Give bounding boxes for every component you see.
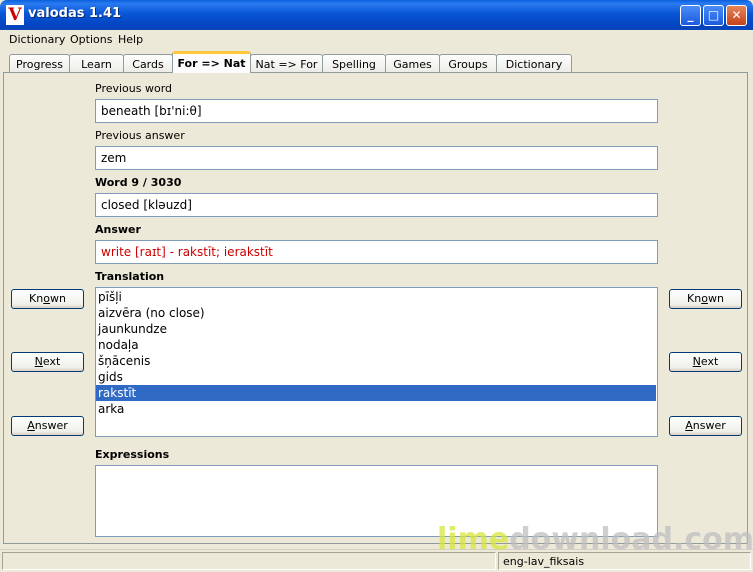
previous-answer-field[interactable]: zem [95,146,658,170]
known-label-pre: Kn [687,292,702,305]
known-button-right[interactable]: Known [669,289,742,309]
list-item[interactable]: jaunkundze [96,321,657,337]
tab-cards[interactable]: Cards [123,54,173,73]
word-field[interactable]: closed [kləuzd] [95,193,658,217]
maximize-button[interactable]: □ [703,5,724,26]
known-label-post: wn [707,292,724,305]
tab-nat-for[interactable]: Nat => For [250,54,323,73]
list-item[interactable]: gids [96,369,657,385]
previous-answer-label: Previous answer [95,129,185,142]
next-label-post: ext [42,355,61,368]
answer-field[interactable]: write [raɪt] - rakstīt; ierakstīt [95,240,658,264]
answer-button-right[interactable]: Answer [669,416,742,436]
answer-button-left[interactable]: Answer [11,416,84,436]
known-label-post: wn [49,292,66,305]
watermark-logo: limedownload.com [437,522,753,557]
tab-groups[interactable]: Groups [439,54,497,73]
answer-label-key: A [685,419,693,432]
answer-label-post: nswer [692,419,726,432]
known-label-pre: Kn [29,292,44,305]
next-button-left[interactable]: Next [11,352,84,372]
translation-list[interactable]: pīšļi aizvēra (no close) jaunkundze noda… [95,287,658,437]
watermark-part2: download.com [509,522,753,557]
close-button[interactable]: ✕ [726,5,747,26]
next-label-key: N [692,355,701,368]
tab-learn[interactable]: Learn [69,54,124,73]
app-logo-icon: V [6,5,24,25]
tab-dictionary[interactable]: Dictionary [496,54,572,73]
watermark-part1: lime [437,522,510,557]
menu-dictionary[interactable]: Dictionary [9,33,65,46]
known-label-key: o [701,292,708,305]
tab-for-nat[interactable]: For => Nat [172,51,251,73]
known-button-left[interactable]: Known [11,289,84,309]
answer-label-key: A [27,419,35,432]
list-item[interactable]: aizvēra (no close) [96,305,657,321]
menu-help[interactable]: Help [118,33,143,46]
previous-word-field[interactable]: beneath [bɪ'ni:θ] [95,99,658,123]
menu-options[interactable]: Options [70,33,112,46]
word-counter-label: Word 9 / 3030 [95,176,182,189]
title-bar: V valodas 1.41 _ □ ✕ [0,0,753,30]
list-item[interactable]: šņācenis [96,353,657,369]
answer-label-post: nswer [34,419,68,432]
status-cell-main [2,552,496,570]
list-item[interactable]: pīšļi [96,289,657,305]
tab-spelling[interactable]: Spelling [322,54,386,73]
previous-word-label: Previous word [95,82,173,95]
translation-label: Translation [95,270,165,283]
next-label-post: ext [700,355,719,368]
list-item[interactable]: nodaļa [96,337,657,353]
expressions-label: Expressions [95,448,170,461]
menu-bar: Dictionary Options Help [0,30,753,49]
next-label-key: N [34,355,43,368]
known-label-key: o [43,292,50,305]
answer-label: Answer [95,223,141,236]
next-button-right[interactable]: Next [669,352,742,372]
list-item-selected[interactable]: rakstīt [96,385,656,401]
window-title: valodas 1.41 [28,6,122,21]
minimize-button[interactable]: _ [680,5,701,26]
tab-progress[interactable]: Progress [9,54,70,73]
tab-games[interactable]: Games [385,54,440,73]
list-item[interactable]: arka [96,401,657,417]
tab-strip: Progress Learn Cards Nat => For Spelling… [0,51,753,73]
